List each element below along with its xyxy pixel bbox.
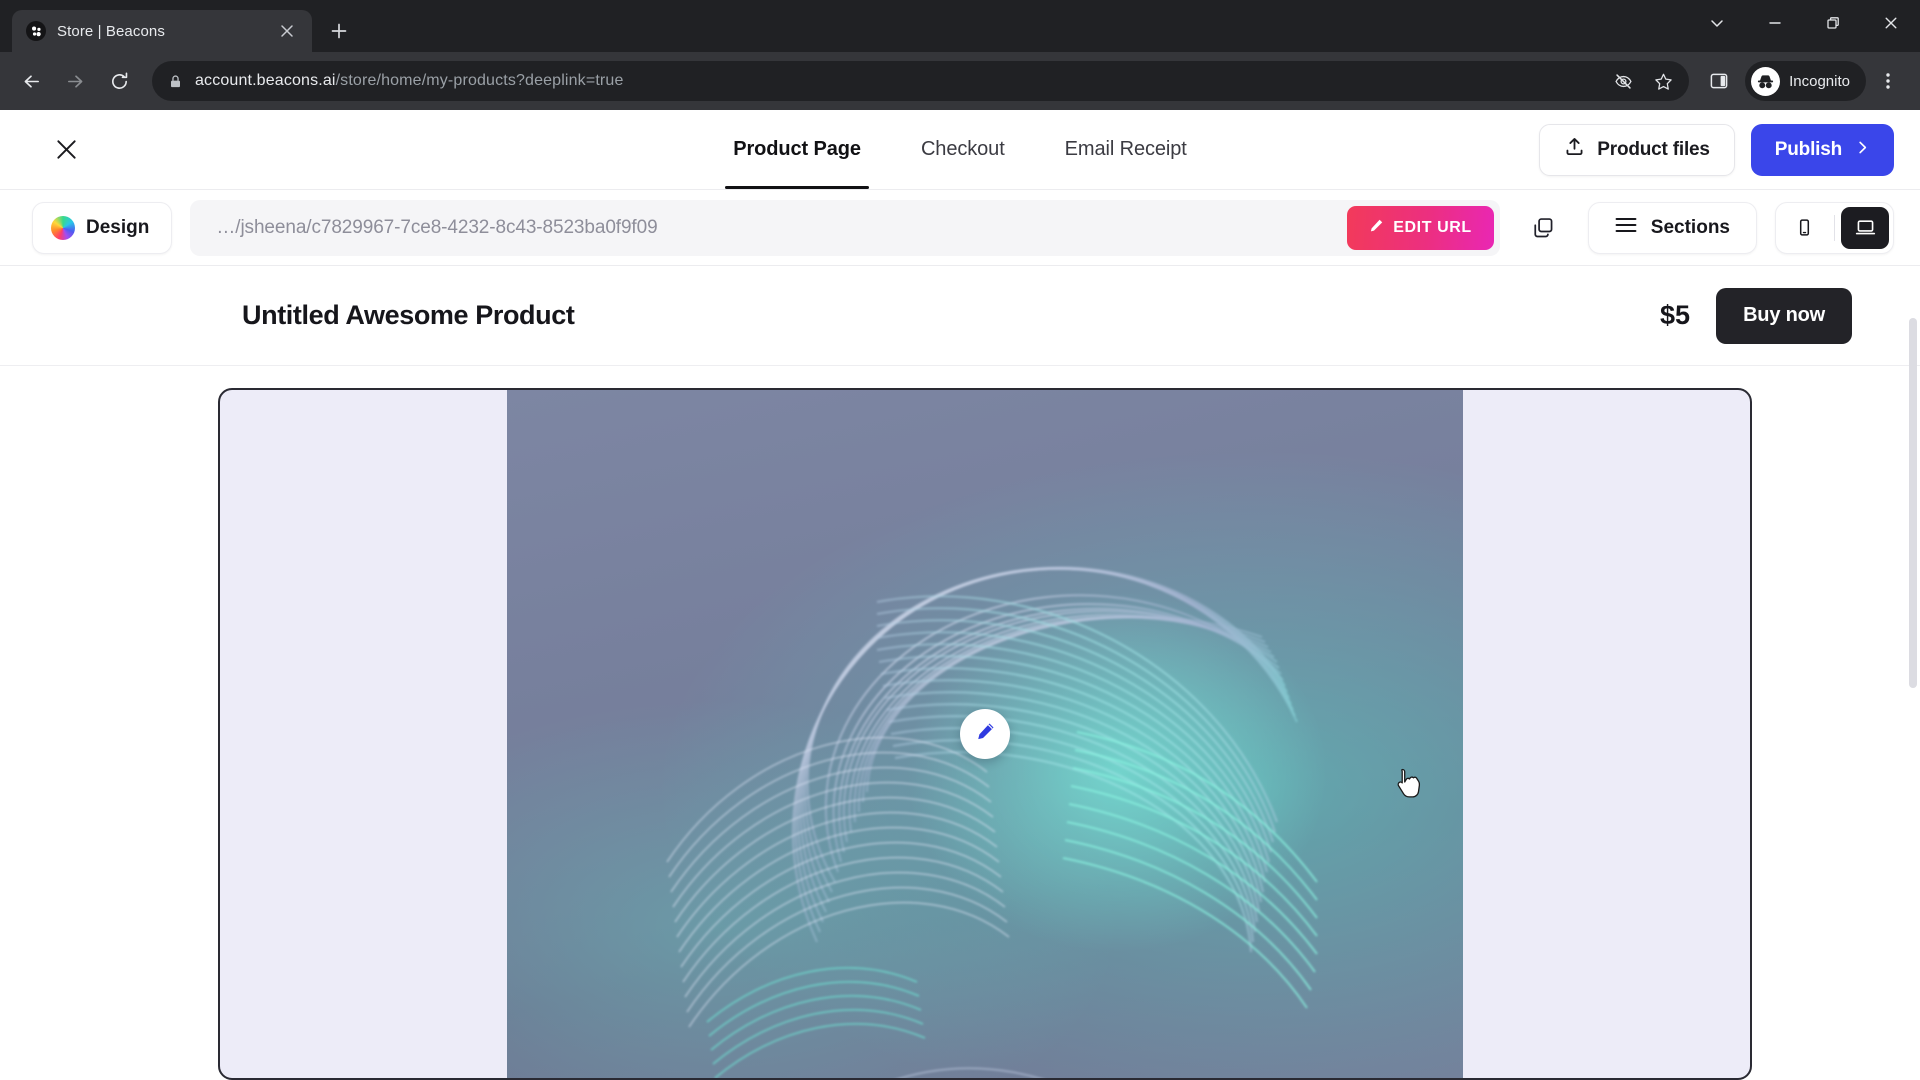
device-mobile-button[interactable] <box>1780 207 1828 249</box>
product-header: Untitled Awesome Product $5 Buy now <box>0 266 1920 366</box>
editor-header-actions: Product files Publish <box>1539 123 1894 176</box>
forward-arrow-icon[interactable] <box>54 60 96 102</box>
chevron-right-icon <box>1855 139 1870 161</box>
browser-tab-title: Store | Beacons <box>57 22 165 40</box>
sections-label: Sections <box>1650 216 1730 238</box>
tab-email-receipt[interactable]: Email Receipt <box>1035 110 1217 189</box>
page-scrollbar-thumb[interactable] <box>1909 318 1917 688</box>
device-desktop-button[interactable] <box>1841 206 1889 249</box>
browser-tab-store-beacons[interactable]: Store | Beacons <box>12 10 312 52</box>
hamburger-icon <box>1615 216 1637 240</box>
device-separator <box>1834 214 1835 241</box>
palette-icon <box>51 215 75 240</box>
tab-product-page[interactable]: Product Page <box>703 110 891 189</box>
profile-incognito-chip[interactable]: Incognito <box>1745 61 1866 101</box>
product-price: $5 <box>1660 300 1691 330</box>
page-scrollbar[interactable] <box>1908 266 1918 1080</box>
window-controls <box>1688 0 1920 46</box>
design-toolbar: Design …/jsheena/c7829967-7ce8-4232-8c43… <box>0 190 1920 266</box>
reload-icon[interactable] <box>98 60 140 102</box>
store-url-field[interactable]: …/jsheena/c7829967-7ce8-4232-8c43-8523ba… <box>190 199 1500 256</box>
profile-label: Incognito <box>1789 72 1850 90</box>
publish-label: Publish <box>1774 138 1842 160</box>
device-preview-toggle <box>1775 201 1894 254</box>
product-page-preview: Untitled Awesome Product $5 Buy now <box>0 266 1920 1080</box>
address-bar-url: account.beacons.ai/store/home/my-product… <box>195 72 1593 90</box>
close-editor-button[interactable] <box>44 128 88 172</box>
star-icon[interactable] <box>1645 63 1681 99</box>
edit-url-label: EDIT URL <box>1393 218 1472 236</box>
window-close-icon[interactable] <box>1862 0 1920 46</box>
design-label: Design <box>86 216 150 238</box>
copy-url-button[interactable] <box>1518 202 1570 254</box>
edit-url-button[interactable]: EDIT URL <box>1347 205 1494 250</box>
sections-button[interactable]: Sections <box>1587 201 1757 254</box>
incognito-avatar-icon <box>1751 66 1781 96</box>
beacons-logo-icon <box>26 21 46 41</box>
beacons-store-editor: Product Page Checkout Email Receipt Prod… <box>0 110 1920 1080</box>
browser-tabstrip: Store | Beacons <box>0 0 357 52</box>
product-title: Untitled Awesome Product <box>242 300 575 330</box>
product-media-area <box>0 366 1920 1080</box>
side-panel-icon[interactable] <box>1699 61 1739 101</box>
back-arrow-icon[interactable] <box>10 60 52 102</box>
browser-toolbar: account.beacons.ai/store/home/my-product… <box>0 52 1920 110</box>
store-url-text: …/jsheena/c7829967-7ce8-4232-8c43-8523ba… <box>216 216 658 238</box>
new-tab-button[interactable] <box>321 13 357 49</box>
address-bar-path: /store/home/my-products?deeplink=true <box>335 72 624 89</box>
address-bar[interactable]: account.beacons.ai/store/home/my-product… <box>152 61 1690 101</box>
upload-icon <box>1564 136 1585 163</box>
product-files-label: Product files <box>1597 138 1710 160</box>
editor-header: Product Page Checkout Email Receipt Prod… <box>0 110 1920 190</box>
eye-slash-icon[interactable] <box>1605 63 1641 99</box>
product-purchase-area: $5 Buy now <box>1660 287 1852 344</box>
publish-button[interactable]: Publish <box>1750 123 1894 176</box>
pencil-icon <box>975 721 996 747</box>
browser-titlebar: Store | Beacons <box>0 0 1920 52</box>
minimize-icon[interactable] <box>1746 0 1804 46</box>
maximize-icon[interactable] <box>1804 0 1862 46</box>
product-image-frame[interactable] <box>218 388 1752 1080</box>
product-image <box>507 390 1463 1078</box>
three-dot-menu-icon[interactable] <box>1868 61 1908 101</box>
lock-icon <box>168 74 183 89</box>
tab-checkout[interactable]: Checkout <box>891 110 1035 189</box>
pencil-icon <box>1369 218 1384 238</box>
address-bar-actions <box>1605 63 1681 99</box>
product-files-button[interactable]: Product files <box>1539 123 1735 176</box>
edit-image-button[interactable] <box>960 709 1010 759</box>
address-bar-domain: account.beacons.ai <box>195 72 336 89</box>
design-button[interactable]: Design <box>32 201 173 254</box>
browser-tab-close-icon[interactable] <box>274 18 300 44</box>
buy-now-button[interactable]: Buy now <box>1716 287 1852 344</box>
chevron-down-icon[interactable] <box>1688 0 1746 46</box>
